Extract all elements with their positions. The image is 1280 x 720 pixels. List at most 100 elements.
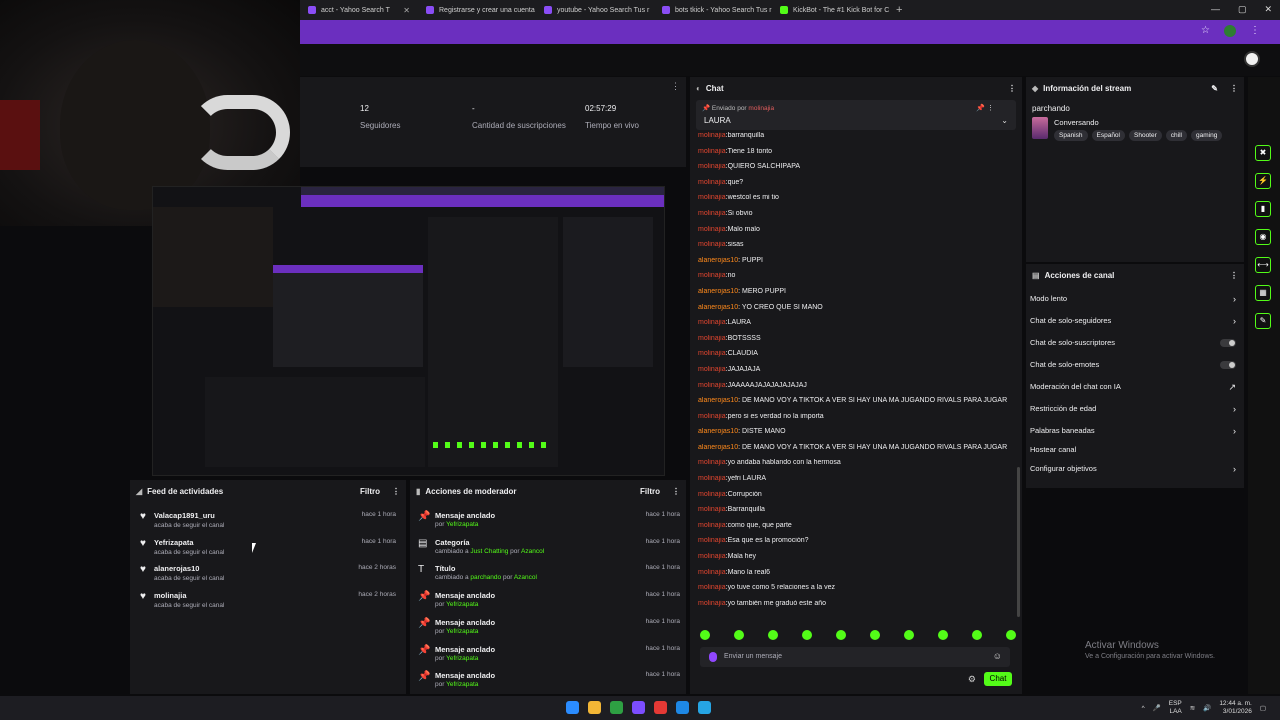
chat-username[interactable]: alanerojas10: [698, 288, 738, 295]
app-icon[interactable]: [654, 701, 667, 714]
kebab-icon[interactable]: ⋮: [672, 487, 680, 496]
toggle-switch[interactable]: [1220, 339, 1236, 347]
emote-icon[interactable]: [1006, 630, 1016, 640]
external-link-icon[interactable]: ↗: [1228, 382, 1236, 393]
channel-action-item[interactable]: Palabras baneadas ›: [1030, 426, 1240, 440]
browser-tab[interactable]: bots tkick - Yahoo Search Tus r✕: [654, 0, 772, 20]
pinned-message[interactable]: 📌 Enviado por molinajia LAURA 📌 ⋮ ⌄: [696, 100, 1016, 130]
chat-username[interactable]: molinajia: [698, 241, 726, 248]
chat-username[interactable]: alanerojas10: [698, 257, 738, 264]
maximize-button[interactable]: ▢: [1238, 4, 1247, 15]
chat-username[interactable]: molinajia: [698, 413, 726, 420]
stream-tag[interactable]: Español: [1091, 130, 1125, 141]
chat-username[interactable]: molinajia: [698, 475, 726, 482]
channel-action-item[interactable]: Modo lento ›: [1030, 294, 1240, 308]
chevron-right-icon[interactable]: ›: [1233, 294, 1236, 304]
profile-avatar[interactable]: [1224, 25, 1236, 37]
chat-username[interactable]: molinajia: [698, 584, 726, 591]
mod-action-item[interactable]: ▤ Categoría cambiado a Just Chatting por A…: [418, 538, 680, 562]
chat-username[interactable]: molinajia: [698, 272, 726, 279]
chevron-right-icon[interactable]: ›: [1233, 404, 1236, 414]
filter-button[interactable]: Filtro: [640, 487, 660, 496]
send-chat-button[interactable]: Chat: [984, 672, 1012, 686]
chat-username[interactable]: molinajia: [698, 600, 726, 607]
menu-icon[interactable]: ⋮: [1250, 25, 1260, 37]
emote-icon[interactable]: [768, 630, 778, 640]
file-explorer-icon[interactable]: [588, 701, 601, 714]
feed-item[interactable]: ♥ alanerojas10 acaba de seguir el canal hac…: [140, 564, 396, 588]
detail-highlight[interactable]: Yefrizapata: [446, 681, 478, 688]
emote-icon[interactable]: [836, 630, 846, 640]
channel-action-item[interactable]: Chat de solo-emotes: [1030, 360, 1240, 374]
detail-user[interactable]: Azancol: [514, 574, 537, 581]
chat-username[interactable]: molinajia: [698, 335, 726, 342]
feed-item[interactable]: ♥ Valacap1891_uru acaba de seguir el canal…: [140, 511, 396, 535]
chat-username[interactable]: molinajia: [698, 537, 726, 544]
chat-scrollbar[interactable]: [1017, 467, 1020, 617]
channel-action-item[interactable]: Restricción de edad ›: [1030, 404, 1240, 418]
stream-tag[interactable]: chill: [1165, 130, 1187, 141]
feed-item[interactable]: ♥ molinajia acaba de seguir el canal hace 2…: [140, 591, 396, 615]
quick-action-icon[interactable]: ✎: [1255, 313, 1271, 329]
detail-highlight[interactable]: Yefrizapata: [446, 521, 478, 528]
quick-action-icon[interactable]: ▮: [1255, 201, 1271, 217]
clock[interactable]: 12:44 a. m. 3/01/2026: [1219, 700, 1252, 716]
gear-icon[interactable]: ⚙: [968, 674, 976, 685]
quick-action-icon[interactable]: ◉: [1255, 229, 1271, 245]
kebab-icon[interactable]: ⋮: [1008, 84, 1016, 93]
language-indicator[interactable]: ESP LAA: [1169, 700, 1182, 716]
unpin-icon[interactable]: 📌 ⋮: [976, 104, 994, 112]
detail-highlight[interactable]: Yefrizapata: [446, 655, 478, 662]
quick-action-icon[interactable]: ⟷: [1255, 257, 1271, 273]
filter-button[interactable]: Filtro: [360, 487, 380, 496]
channel-action-item[interactable]: Chat de solo-seguidores ›: [1030, 316, 1240, 330]
browser-tab[interactable]: youtube - Yahoo Search Tus r✕: [536, 0, 654, 20]
channel-action-item[interactable]: Chat de solo-suscriptores: [1030, 338, 1240, 352]
emote-icon[interactable]: [734, 630, 744, 640]
browser-icon[interactable]: [676, 701, 689, 714]
chat-username[interactable]: molinajia: [698, 194, 726, 201]
user-avatar[interactable]: [1244, 51, 1260, 67]
chat-username[interactable]: alanerojas10: [698, 304, 738, 311]
detail-highlight[interactable]: Just Chatting: [470, 548, 508, 555]
browser-tab[interactable]: acct - Yahoo Search T ✕: [300, 0, 418, 20]
chat-username[interactable]: molinajia: [698, 569, 726, 576]
chat-username[interactable]: molinajia: [698, 319, 726, 326]
emote-icon[interactable]: [972, 630, 982, 640]
chrome-icon[interactable]: [610, 701, 623, 714]
volume-icon[interactable]: 🔊: [1203, 704, 1211, 712]
detail-highlight[interactable]: parchando: [470, 574, 501, 581]
mod-action-item[interactable]: 📌 Mensaje anclado por Yefrizapata hace 1 ho…: [418, 511, 680, 535]
quick-action-icon[interactable]: ✖: [1255, 145, 1271, 161]
chat-username[interactable]: alanerojas10: [698, 444, 738, 451]
close-tab-icon[interactable]: ✕: [403, 6, 410, 15]
emote-icon[interactable]: [870, 630, 880, 640]
kebab-icon[interactable]: ⋮: [671, 81, 680, 92]
mod-action-item[interactable]: 📌 Mensaje anclado por Yefrizapata hace 1 ho…: [418, 591, 680, 615]
browser-tab[interactable]: KickBot - The #1 Kick Bot for C✕: [772, 0, 890, 20]
kebab-icon[interactable]: ⋮: [1230, 84, 1238, 93]
minimize-button[interactable]: —: [1211, 4, 1220, 15]
chat-username[interactable]: molinajia: [698, 210, 726, 217]
obs-icon[interactable]: [632, 701, 645, 714]
feed-username[interactable]: alanerojas10: [154, 564, 199, 573]
stream-tag[interactable]: Shooter: [1129, 130, 1162, 141]
kebab-icon[interactable]: ⋮: [392, 487, 400, 496]
channel-action-item[interactable]: Configurar objetivos ›: [1030, 464, 1240, 478]
chat-input[interactable]: Enviar un mensaje ☺: [700, 647, 1010, 667]
quick-action-icon[interactable]: ▦: [1255, 285, 1271, 301]
chat-username[interactable]: molinajia: [698, 522, 726, 529]
chevron-right-icon[interactable]: ›: [1233, 464, 1236, 474]
mod-action-item[interactable]: T Título cambiado a parchando por Azancol h…: [418, 564, 680, 588]
kebab-icon[interactable]: ⋮: [1230, 271, 1238, 280]
chat-username[interactable]: molinajia: [698, 553, 726, 560]
feed-username[interactable]: Yefrizapata: [154, 538, 194, 547]
chat-username[interactable]: molinajia: [698, 506, 726, 513]
chat-username[interactable]: molinajia: [698, 179, 726, 186]
chat-username[interactable]: molinajia: [698, 163, 726, 170]
feed-username[interactable]: Valacap1891_uru: [154, 511, 215, 520]
pinned-by-user[interactable]: molinajia: [748, 105, 774, 112]
browser-tab[interactable]: Registrarse y crear una cuenta✕: [418, 0, 536, 20]
feed-username[interactable]: molinajia: [154, 591, 187, 600]
quick-action-icon[interactable]: ⚡: [1255, 173, 1271, 189]
